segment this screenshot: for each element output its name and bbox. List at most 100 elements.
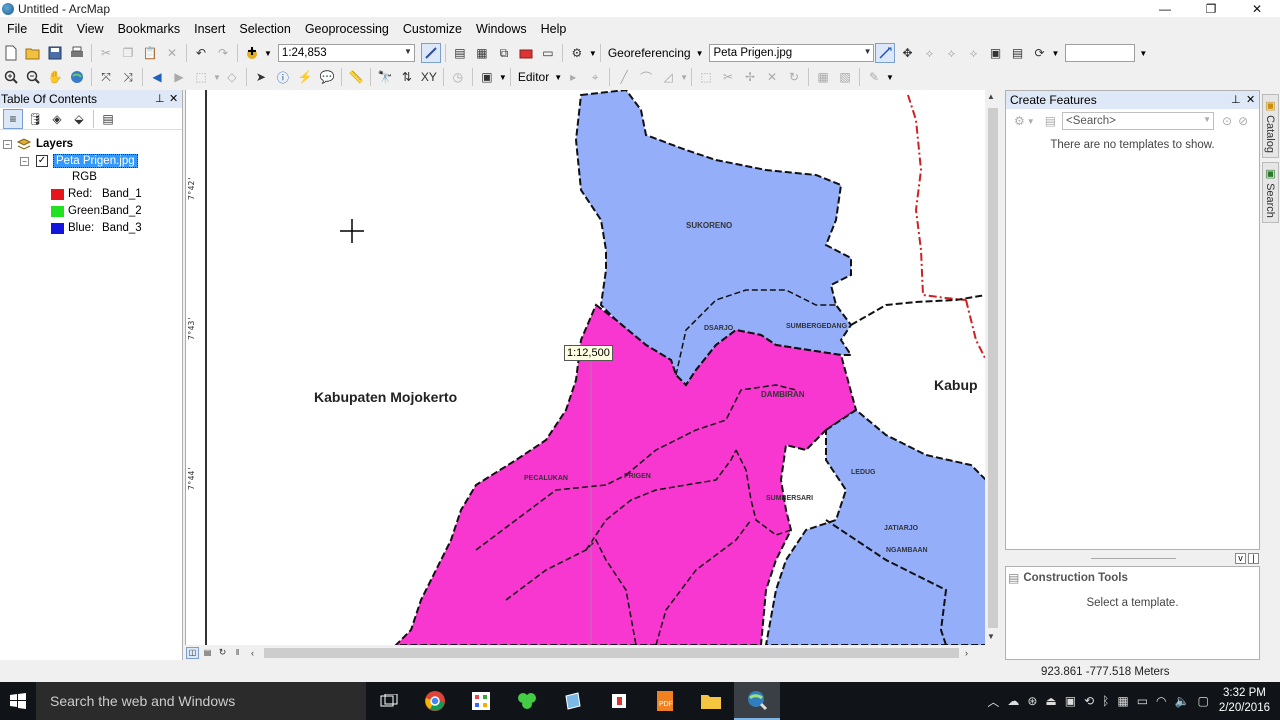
go-to-xy-icon[interactable]: XY <box>419 67 439 87</box>
html-popup-icon[interactable]: 💬 <box>317 67 337 87</box>
editor-toolbar-options-icon[interactable]: ▼ <box>886 73 894 82</box>
arctoolbox-icon[interactable] <box>516 43 536 63</box>
georeferencing-dropdown-icon[interactable]: ▼ <box>696 49 704 58</box>
taskbar-search-box[interactable]: Search the web and Windows <box>36 682 366 720</box>
data-view-icon[interactable]: ◫ <box>186 646 199 659</box>
add-data-dropdown-icon[interactable]: ▼ <box>264 49 272 58</box>
save-icon[interactable] <box>45 43 65 63</box>
pan-hand-icon[interactable]: ✋ <box>45 67 65 87</box>
menu-selection[interactable]: Selection <box>232 22 297 36</box>
wifi-icon[interactable]: ◠ <box>1156 694 1166 708</box>
task-view-button[interactable] <box>366 682 412 720</box>
sync-icon[interactable]: ⟲ <box>1084 694 1094 708</box>
forward-extent-icon[interactable]: ▶ <box>169 67 189 87</box>
view-unreferenced-icon[interactable]: ▤ <box>1007 43 1027 63</box>
full-extent-icon[interactable] <box>67 67 87 87</box>
minimize-button[interactable]: — <box>1142 0 1188 17</box>
cut-polygons-icon[interactable]: ✢ <box>740 67 760 87</box>
display-icon[interactable]: ▦ <box>1117 694 1128 708</box>
cut-icon[interactable]: ✂ <box>96 43 116 63</box>
template-properties-icon[interactable]: ▤ <box>1045 114 1056 128</box>
open-folder-icon[interactable] <box>23 43 43 63</box>
maximize-button[interactable]: ❐ <box>1188 0 1234 17</box>
green-swatch[interactable] <box>51 205 64 217</box>
shift-tool-icon[interactable]: ⟡ <box>941 43 961 63</box>
blue-swatch[interactable] <box>51 222 64 234</box>
menu-help[interactable]: Help <box>534 22 574 36</box>
modelbuilder-icon[interactable]: ⚙ <box>567 43 587 63</box>
map-scale-combo[interactable]: 1:24,853 ▼ <box>277 44 415 62</box>
layer-row[interactable]: − ✓ Peta Prigen.jpg <box>20 153 138 169</box>
clear-selection-icon[interactable]: ◇ <box>222 67 242 87</box>
georef-toolbar-options-icon[interactable]: ▼ <box>1139 49 1147 58</box>
tab-search[interactable]: ▣ Search <box>1262 161 1279 223</box>
collapse-panel-icon[interactable]: v <box>1235 553 1246 564</box>
map-display[interactable]: 7°42' 7°43' 7°44' Kabupaten Mojokerto Ka… <box>185 90 985 645</box>
editor-dropdown-icon[interactable]: ▼ <box>554 73 562 82</box>
volume-icon[interactable]: 🔈 <box>1175 694 1190 708</box>
fixed-zoom-in-icon[interactable]: ⤧ <box>96 67 116 87</box>
find-route-icon[interactable]: ⇅ <box>397 67 417 87</box>
endpoint-arc-icon[interactable]: ⌒ <box>636 67 656 87</box>
create-features-icon[interactable]: ✎ <box>864 67 884 87</box>
map-canvas[interactable]: 7°42' 7°43' 7°44' Kabupaten Mojokerto Ka… <box>186 90 985 645</box>
add-data-icon[interactable] <box>242 43 262 63</box>
menu-geoprocessing[interactable]: Geoprocessing <box>298 22 396 36</box>
editor-menu[interactable]: Editor <box>514 70 553 84</box>
straight-segment-icon[interactable]: ╱ <box>614 67 634 87</box>
menu-insert[interactable]: Insert <box>187 22 232 36</box>
band-row-blue[interactable]: Blue: Band_3 <box>51 220 142 236</box>
band-row-green[interactable]: Green: Band_2 <box>51 203 142 219</box>
menu-bookmarks[interactable]: Bookmarks <box>111 22 188 36</box>
redo-icon[interactable]: ↷ <box>213 43 233 63</box>
usb-icon[interactable]: ⏏ <box>1045 694 1056 708</box>
attributes-icon[interactable]: ▦ <box>813 67 833 87</box>
split-icon[interactable]: ✕ <box>762 67 782 87</box>
taskbar-app-red[interactable] <box>596 682 642 720</box>
flip-rotate-icon[interactable]: ⟳ <box>1029 43 1049 63</box>
new-document-icon[interactable] <box>1 43 21 63</box>
zoom-in-icon[interactable] <box>1 67 21 87</box>
collapse-icon[interactable]: − <box>3 139 12 149</box>
flip-dropdown-icon[interactable]: ▼ <box>1051 49 1059 58</box>
taskbar-pdf[interactable]: PDF <box>642 682 688 720</box>
tab-catalog[interactable]: ▣ Catalog <box>1262 94 1279 158</box>
collapse-icon[interactable]: − <box>20 156 29 166</box>
georeferencing-menu[interactable]: Georeferencing <box>604 46 695 60</box>
editor-toolbar-icon[interactable] <box>420 43 441 63</box>
georef-layer-combo[interactable]: Peta Prigen.jpg ▼ <box>709 44 875 62</box>
rotation-input[interactable] <box>1065 44 1136 62</box>
action-center-icon[interactable]: ▢ <box>1197 694 1208 708</box>
battery-icon[interactable]: ▭ <box>1137 694 1148 708</box>
clear-search-icon[interactable]: ⊘ <box>1238 114 1248 128</box>
template-search-input[interactable]: <Search> ▼ <box>1062 112 1215 130</box>
menu-customize[interactable]: Customize <box>396 22 469 36</box>
pause-drawing-icon[interactable]: ǁ <box>231 647 244 659</box>
rotate-tool-icon[interactable]: ⟡ <box>919 43 939 63</box>
close-icon[interactable]: ✕ <box>1246 93 1255 106</box>
add-control-points-icon[interactable] <box>875 43 896 63</box>
toolbar-options-icon[interactable]: ▼ <box>589 49 597 58</box>
horizontal-scroll-thumb[interactable] <box>264 647 959 658</box>
edit-vertices-icon[interactable]: ⬚ <box>696 67 716 87</box>
splitter-handle-icon[interactable]: | <box>1248 553 1259 564</box>
layout-view-icon[interactable]: ▤ <box>201 647 214 659</box>
bluetooth-icon[interactable]: ᛒ <box>1102 694 1109 708</box>
taskbar-store[interactable] <box>458 682 504 720</box>
taskbar-file-explorer[interactable] <box>688 682 734 720</box>
layers-row[interactable]: − Layers <box>3 136 73 152</box>
viewer-dropdown-icon[interactable]: ▼ <box>499 73 507 82</box>
identify-icon[interactable]: ⓘ <box>273 67 293 87</box>
close-icon[interactable]: ✕ <box>169 92 178 105</box>
taskbar-arcmap[interactable] <box>734 682 780 720</box>
rotate-icon[interactable]: ↻ <box>784 67 804 87</box>
list-by-visibility-icon[interactable]: ◈ <box>47 109 67 129</box>
select-elements-icon[interactable]: ➤ <box>251 67 271 87</box>
print-icon[interactable] <box>67 43 87 63</box>
menu-file[interactable]: File <box>0 22 34 36</box>
menu-edit[interactable]: Edit <box>34 22 70 36</box>
select-features-icon[interactable]: ⬚ <box>191 67 211 87</box>
scroll-right-icon[interactable]: › <box>960 647 973 659</box>
scale-tool-icon[interactable]: ⟡ <box>963 43 983 63</box>
taskbar-app-blue[interactable] <box>550 682 596 720</box>
